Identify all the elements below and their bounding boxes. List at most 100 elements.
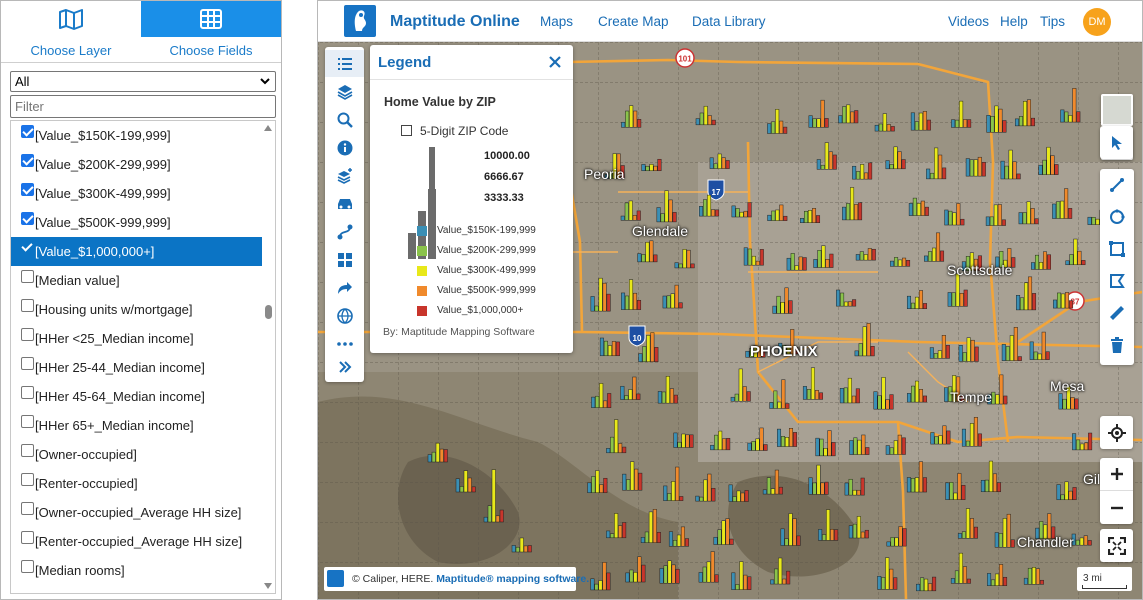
field-checkbox[interactable] [21, 299, 34, 312]
field-checkbox[interactable] [21, 270, 34, 283]
field-list-item[interactable]: [HHer <25_Median income] [11, 324, 263, 353]
field-checkbox[interactable] [21, 183, 34, 196]
field-list-item[interactable]: [Value_$150K-199,999] [11, 121, 263, 150]
field-label: [HHer 25-44_Median income] [35, 360, 205, 375]
draw-line-button[interactable] [1100, 169, 1134, 201]
zip-bar-mark [955, 273, 960, 307]
zip-bar-mark [657, 391, 662, 404]
scroll-up-arrow-icon[interactable] [264, 125, 272, 131]
filter-input[interactable] [10, 95, 276, 118]
user-avatar[interactable]: DM [1083, 8, 1111, 36]
measure-button[interactable] [1100, 297, 1134, 329]
zip-bar-mark [831, 442, 836, 457]
nav-videos[interactable]: Videos [948, 14, 989, 29]
zip-bar-mark [1069, 300, 1074, 309]
basemap-streets-thumbnail[interactable] [1101, 94, 1133, 126]
close-icon[interactable] [546, 53, 564, 71]
layers-button[interactable] [325, 78, 364, 105]
field-list-item[interactable]: [Housing units w/mortgage] [11, 295, 263, 324]
field-list-item[interactable]: [Owner-occupied] [11, 440, 263, 469]
add-layer-button[interactable] [325, 162, 364, 189]
zip-bar-mark [731, 572, 736, 590]
zip-bar-mark [1052, 203, 1057, 219]
field-checkbox[interactable] [21, 125, 34, 138]
zip-bar-mark [912, 197, 917, 216]
layer-select[interactable]: All [10, 71, 276, 92]
zip-bar-mark [848, 525, 853, 539]
globe-button[interactable] [325, 302, 364, 329]
field-list-item[interactable]: [Value_$200K-299,999] [11, 150, 263, 179]
expand-toolbar-button[interactable] [325, 353, 364, 380]
field-list-item[interactable]: [Renter-occupied_Average HH size] [11, 527, 263, 556]
field-list-item[interactable]: [HHer 45-64_Median income] [11, 382, 263, 411]
zip-bar-mark [707, 194, 712, 217]
field-checkbox[interactable] [21, 473, 34, 486]
zip-bar-mark [1004, 165, 1009, 180]
draw-polygon-button[interactable] [1100, 265, 1134, 297]
field-list-item[interactable]: [Value_$1,000,000+] [11, 237, 263, 266]
zip-bar-mark [626, 479, 631, 491]
field-list-item[interactable]: [Renter-occupied] [11, 469, 263, 498]
field-list-item[interactable]: [Median rooms] [11, 556, 263, 585]
delete-drawing-button[interactable] [1100, 329, 1134, 361]
zip-bar-mark [690, 263, 695, 269]
draw-rectangle-button[interactable] [1100, 233, 1134, 265]
nav-create-map[interactable]: Create Map [598, 14, 669, 29]
zoom-out-button[interactable] [1100, 491, 1133, 524]
field-checkbox[interactable] [21, 502, 34, 515]
select-pointer-button[interactable] [1100, 126, 1133, 159]
legend-swatch [417, 286, 427, 296]
zip-bar-mark [1030, 262, 1035, 270]
draw-circle-button[interactable] [1100, 201, 1134, 233]
fullscreen-button[interactable] [1100, 529, 1133, 562]
field-checkbox[interactable] [21, 328, 34, 341]
scroll-thumb[interactable] [265, 305, 272, 319]
field-checkbox[interactable] [21, 531, 34, 544]
route-button[interactable] [325, 218, 364, 245]
zip-bar-mark [922, 303, 927, 309]
map-canvas[interactable]: 101 17 10 87 Peoria Glendale Scottsdale … [318, 42, 1142, 599]
nav-tips[interactable]: Tips [1040, 14, 1065, 29]
field-list-item[interactable]: [Value_$300K-499,999] [11, 179, 263, 208]
zip-bar-mark [1068, 490, 1073, 501]
field-list-item[interactable]: [Median value] [11, 266, 263, 295]
nav-maps[interactable]: Maps [540, 14, 573, 29]
zoom-in-button[interactable] [1100, 458, 1133, 491]
field-checkbox[interactable] [21, 444, 34, 457]
field-list-item[interactable]: [Value_$500K-999,999] [11, 208, 263, 237]
field-checkbox[interactable] [21, 386, 34, 399]
apps-button[interactable] [325, 246, 364, 273]
zoom-control [1100, 458, 1133, 524]
search-button[interactable] [325, 106, 364, 133]
nav-help[interactable]: Help [1000, 14, 1028, 29]
attribution-link[interactable]: Maptitude® mapping software. [436, 573, 589, 585]
field-checkbox[interactable] [21, 212, 34, 225]
nav-data-library[interactable]: Data Library [692, 14, 766, 29]
legend-toggle-button[interactable] [325, 50, 364, 77]
field-checkbox[interactable] [21, 415, 34, 428]
tab-choose-fields[interactable]: Choose Fields [141, 1, 281, 63]
field-checkbox[interactable] [21, 154, 34, 167]
field-list-item[interactable]: [HHer 65+_Median income] [11, 411, 263, 440]
legend-item: Value_$300K-499,999 [417, 264, 567, 278]
zip-bar-mark [659, 568, 664, 584]
directions-button[interactable] [325, 190, 364, 217]
info-button[interactable] [325, 134, 364, 161]
zip-bar-mark [624, 395, 629, 400]
field-checkbox[interactable] [21, 357, 34, 370]
locate-me-button[interactable] [1100, 416, 1133, 449]
field-checkbox[interactable] [21, 560, 34, 573]
list-scrollbar[interactable] [262, 121, 275, 593]
zip-bar-mark [802, 386, 807, 400]
field-checkbox[interactable] [21, 241, 34, 254]
share-button[interactable] [325, 274, 364, 301]
zip-bar-mark [1013, 327, 1018, 361]
field-list-item[interactable]: [HHer 25-44_Median income] [11, 353, 263, 382]
app-title[interactable]: Maptitude Online [390, 13, 520, 31]
field-list-item[interactable]: [Owner-occupied_Average HH size] [11, 498, 263, 527]
scroll-down-arrow-icon[interactable] [264, 583, 272, 589]
app-logo-icon[interactable] [344, 5, 376, 37]
tab-choose-layer[interactable]: Choose Layer [1, 1, 141, 63]
zip-bar-mark [998, 108, 1003, 133]
legend-layer-checkbox[interactable] [401, 125, 412, 136]
